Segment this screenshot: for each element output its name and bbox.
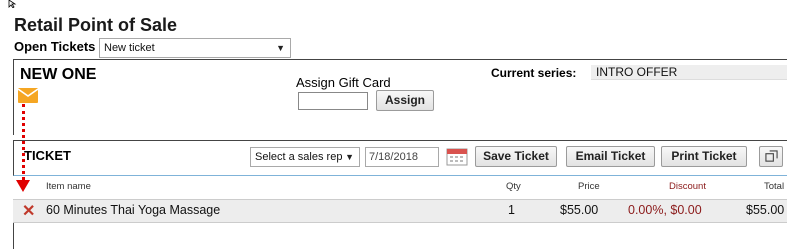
close-icon[interactable]: ✕ <box>22 201 35 221</box>
expand-icon <box>764 150 778 162</box>
calendar-icon[interactable] <box>446 146 468 166</box>
annotation-arrow-icon <box>16 180 30 192</box>
row-price: $55.00 <box>560 203 599 217</box>
page-title: Retail Point of Sale <box>14 15 178 35</box>
expand-button[interactable] <box>759 146 783 167</box>
header-item-name: Item name <box>46 181 91 192</box>
annotation-dotted-line <box>22 104 25 180</box>
current-series-value: INTRO OFFER <box>596 65 678 79</box>
open-tickets-selected: New ticket <box>104 42 155 54</box>
open-tickets-select[interactable]: New ticket ▼ <box>99 38 291 58</box>
header-qty: Qty <box>506 181 521 192</box>
open-tickets-label: Open Tickets <box>14 39 96 54</box>
assign-button[interactable]: Assign <box>376 90 434 111</box>
current-series-label: Current series: <box>491 66 577 80</box>
mouse-cursor-icon <box>8 0 17 8</box>
ticket-name: NEW ONE <box>20 66 97 83</box>
save-ticket-button[interactable]: Save Ticket <box>475 146 557 167</box>
row-qty[interactable]: 1 <box>508 203 515 217</box>
print-ticket-button[interactable]: Print Ticket <box>661 146 747 167</box>
email-ticket-button[interactable]: Email Ticket <box>566 146 655 167</box>
header-discount: Discount <box>669 181 706 192</box>
chevron-down-icon: ▼ <box>276 43 285 53</box>
ticket-footer-panel <box>13 223 787 249</box>
row-total: $55.00 <box>746 203 785 217</box>
header-total: Total <box>764 181 785 192</box>
date-input[interactable]: 7/18/2018 <box>365 147 439 167</box>
ticket-label: TICKET <box>24 148 71 163</box>
sales-rep-select[interactable]: Select a sales rep ▼ <box>250 147 360 167</box>
gift-card-label: Assign Gift Card <box>296 75 391 90</box>
header-price: Price <box>578 181 600 192</box>
gift-card-input[interactable] <box>298 92 368 110</box>
envelope-icon[interactable] <box>18 88 38 103</box>
row-item-name: 60 Minutes Thai Yoga Massage <box>46 203 221 217</box>
row-discount[interactable]: 0.00%, $0.00 <box>628 203 702 217</box>
chevron-down-icon: ▼ <box>345 152 354 162</box>
sales-rep-selected: Select a sales rep <box>255 151 343 163</box>
